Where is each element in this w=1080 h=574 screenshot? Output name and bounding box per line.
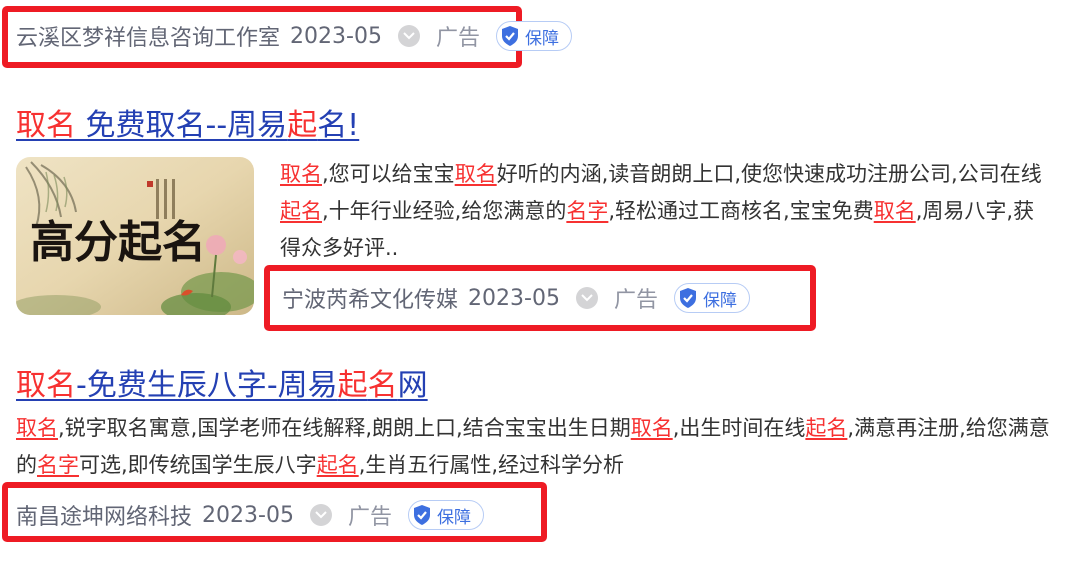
desc-text: 好听的内涵,读音朗朗上口,使您快速成功注册公司,公司在线 [496,162,1042,186]
desc-text: ,十年行业经验,给您满意的 [322,199,567,223]
guarantee-badge[interactable]: 保障 [495,21,572,51]
desc-highlight: 取名 [280,162,322,186]
desc-highlight: 名字 [37,453,79,477]
guarantee-label: 保障 [524,28,559,49]
desc-highlight: 取名 [630,416,673,440]
title-highlight: 取名 [16,108,76,143]
desc-highlight: 取名 [454,162,497,186]
ad-label: 广告 [613,288,658,313]
shield-check-icon [412,504,432,526]
ad-date: 2023-05 [202,502,294,528]
info-chevron-icon[interactable] [575,287,598,309]
ad-date: 2023-05 [468,285,560,311]
info-chevron-icon[interactable] [309,504,332,526]
desc-text: ,生肖五行属性,经过科学分析 [358,453,625,477]
title-text: -免费生辰八字-周易 [76,368,338,403]
search-results-page: 云溪区梦祥信息咨询工作室 2023-05 广告 保障 取名 免费取名--周易起名… [0,0,1080,574]
desc-text: ,轻松通过工商核名,宝宝免费 [608,199,874,223]
result-meta-1: 云溪区梦祥信息咨询工作室 2023-05 广告 保障 [16,20,572,52]
title-highlight: 名 [367,368,398,403]
guarantee-label: 保障 [436,507,471,528]
title-text: 网 [397,368,428,403]
guarantee-badge[interactable]: 保障 [673,283,750,313]
title-text: 免费取名--周易 [76,108,288,143]
desc-highlight: 起名 [316,453,359,477]
advertiser-name[interactable]: 云溪区梦祥信息咨询工作室 [16,20,280,52]
result-meta-3: 南昌途坤网络科技 2023-05 广告 保障 [16,499,484,531]
guarantee-label: 保障 [702,290,737,311]
advertiser-name[interactable]: 宁波芮希文化传媒 [282,282,458,314]
title-highlight: 起 [287,108,318,143]
shield-check-icon [500,25,520,47]
desc-highlight: 起名 [805,416,848,440]
result-thumbnail[interactable]: 高分起名 [16,157,254,315]
title-text: 名! [317,108,360,143]
advertiser-name[interactable]: 南昌途坤网络科技 [16,499,192,531]
desc-text: ,锐字取名寓意,国学老师在线解释,朗朗上口,结合宝宝出生日期 [58,416,631,440]
desc-highlight: 起名 [280,199,322,223]
desc-text: 可选,即传统国学生辰八字 [79,453,317,477]
calligraphy-thumbnail-image: 高分起名 [16,157,254,315]
desc-highlight: 取名 [16,416,58,440]
ad-date: 2023-05 [290,23,382,49]
title-highlight: 取名 [16,368,76,403]
result-description-3: 取名,锐字取名寓意,国学老师在线解释,朗朗上口,结合宝宝出生日期取名,出生时间在… [16,410,1066,484]
title-highlight: 起 [337,368,368,403]
result-title-3[interactable]: 取名-免费生辰八字-周易起名网 [16,360,428,404]
desc-text: ,出生时间在线 [672,416,806,440]
thumbnail-calligraphy-text: 高分起名 [30,217,206,268]
desc-highlight: 取名 [873,199,916,223]
shield-check-icon [678,287,698,309]
ad-label: 广告 [435,26,480,51]
info-chevron-icon[interactable] [397,25,420,47]
ad-label: 广告 [347,505,392,530]
result-meta-2: 宁波芮希文化传媒 2023-05 广告 保障 [282,282,750,314]
result-description-2: 取名,您可以给宝宝取名好听的内涵,读音朗朗上口,使您快速成功注册公司,公司在线起… [280,156,1050,267]
result-title-2[interactable]: 取名 免费取名--周易起名! [16,100,359,144]
desc-highlight: 名字 [566,199,609,223]
desc-text: ,您可以给宝宝 [322,162,455,186]
guarantee-badge[interactable]: 保障 [407,500,484,530]
